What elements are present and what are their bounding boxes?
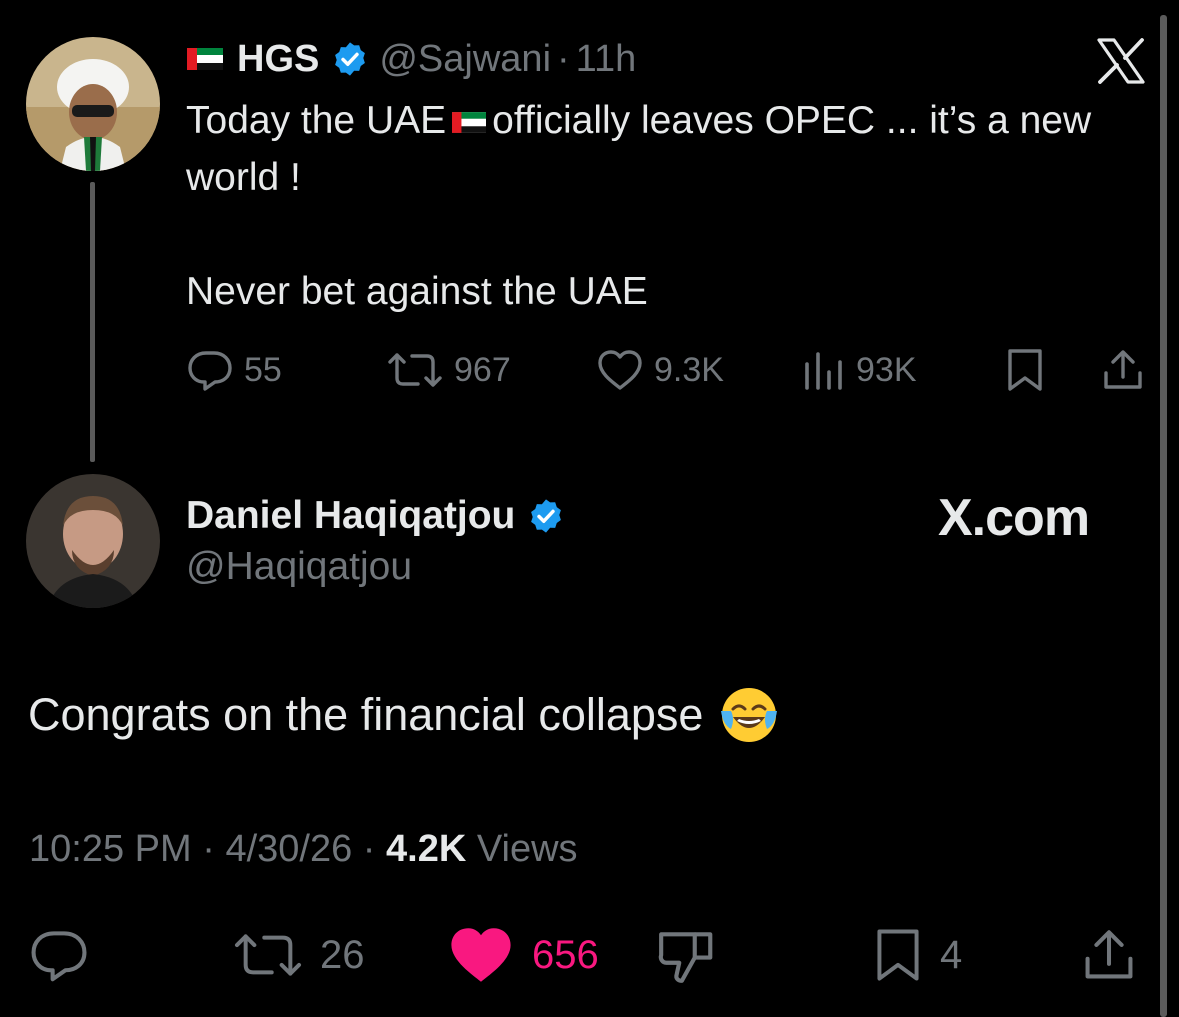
- reply-author-handle[interactable]: @Haqiqatjou: [186, 545, 412, 589]
- reply-views-label: Views: [476, 828, 578, 870]
- quoted-tweet-header: HGS @Sajwani · 11h: [187, 36, 636, 82]
- quoted-views-button[interactable]: 93K: [802, 345, 917, 395]
- quoted-tweet-text: Today the UAE officially leaves OPEC ... …: [186, 92, 1146, 320]
- uae-flag-icon: [187, 48, 223, 70]
- reply-author-name[interactable]: Daniel Haqiqatjou: [186, 494, 515, 538]
- reply-bookmark-count: 4: [940, 932, 963, 977]
- quoted-like-button[interactable]: 9.3K: [596, 345, 724, 395]
- quoted-bookmark-button[interactable]: [1004, 345, 1056, 395]
- share-button[interactable]: [1080, 920, 1154, 990]
- x-com-brand-text: X.com: [938, 489, 1090, 547]
- separator-dot: ·: [557, 37, 570, 80]
- separator-dot: ·: [362, 828, 376, 870]
- verified-badge-icon: [527, 497, 565, 535]
- views-chart-icon: [805, 352, 842, 390]
- quoted-text-part1: Today the UAE: [186, 99, 447, 142]
- repost-count: 967: [454, 350, 511, 389]
- reply-text: Congrats on the financial collapse: [28, 689, 704, 740]
- bookmark-button[interactable]: 4: [872, 920, 962, 990]
- reply-repost-count: 26: [320, 932, 365, 977]
- quoted-share-button[interactable]: [1100, 345, 1156, 395]
- verified-badge-icon: [331, 40, 369, 78]
- quoted-reply-button[interactable]: 55: [186, 345, 282, 395]
- x-logo-icon[interactable]: [1096, 38, 1146, 84]
- quoted-tweet-actions: 55 967 9.3K 93K: [186, 345, 1146, 395]
- quoted-repost-button[interactable]: 967: [386, 345, 511, 395]
- hgs-avatar[interactable]: [26, 37, 160, 171]
- reply-like-count: 656: [532, 932, 599, 977]
- reply-tweet-text: Congrats on the financial collapse: [28, 685, 779, 745]
- scrollbar[interactable]: [1160, 15, 1167, 1017]
- repost-icon: [234, 934, 302, 976]
- reply-icon: [188, 351, 232, 391]
- like-button[interactable]: 656: [446, 920, 599, 990]
- quoted-author-name[interactable]: HGS: [237, 38, 319, 81]
- thread-line: [90, 182, 95, 462]
- share-icon: [1104, 350, 1142, 389]
- repost-button[interactable]: 26: [232, 920, 365, 990]
- heart-icon: [598, 350, 642, 390]
- uae-flag-icon: [452, 112, 487, 134]
- dislike-button[interactable]: [656, 920, 734, 990]
- reply-views-count: 4.2K: [386, 828, 467, 870]
- reply-tweet-actions: 26 656 4: [0, 920, 1179, 990]
- quoted-text-line2: Never bet against the UAE: [186, 270, 648, 313]
- reply-date[interactable]: 4/30/26: [225, 828, 352, 870]
- reply-button[interactable]: [28, 920, 106, 990]
- views-count: 93K: [856, 350, 917, 389]
- haqiqatjou-avatar[interactable]: [26, 474, 160, 608]
- reply-icon: [31, 931, 87, 982]
- bookmark-icon: [877, 929, 919, 981]
- quoted-timestamp[interactable]: 11h: [576, 38, 637, 81]
- separator-dot: ·: [202, 828, 215, 870]
- thumbs-down-icon: [658, 932, 713, 983]
- face-with-tears-of-joy-icon: [719, 685, 779, 745]
- bookmark-icon: [1008, 349, 1042, 391]
- like-count: 9.3K: [654, 350, 724, 389]
- reply-meta: 10:25 PM · 4/30/26 · 4.2K Views: [29, 828, 578, 871]
- repost-icon: [388, 353, 442, 387]
- reply-author-row: Daniel Haqiqatjou: [186, 490, 575, 542]
- reply-count: 55: [244, 350, 282, 389]
- reply-time[interactable]: 10:25 PM: [29, 828, 192, 870]
- share-icon: [1085, 930, 1133, 979]
- quoted-author-handle[interactable]: @Sajwani: [379, 38, 551, 81]
- heart-filled-icon: [451, 928, 511, 982]
